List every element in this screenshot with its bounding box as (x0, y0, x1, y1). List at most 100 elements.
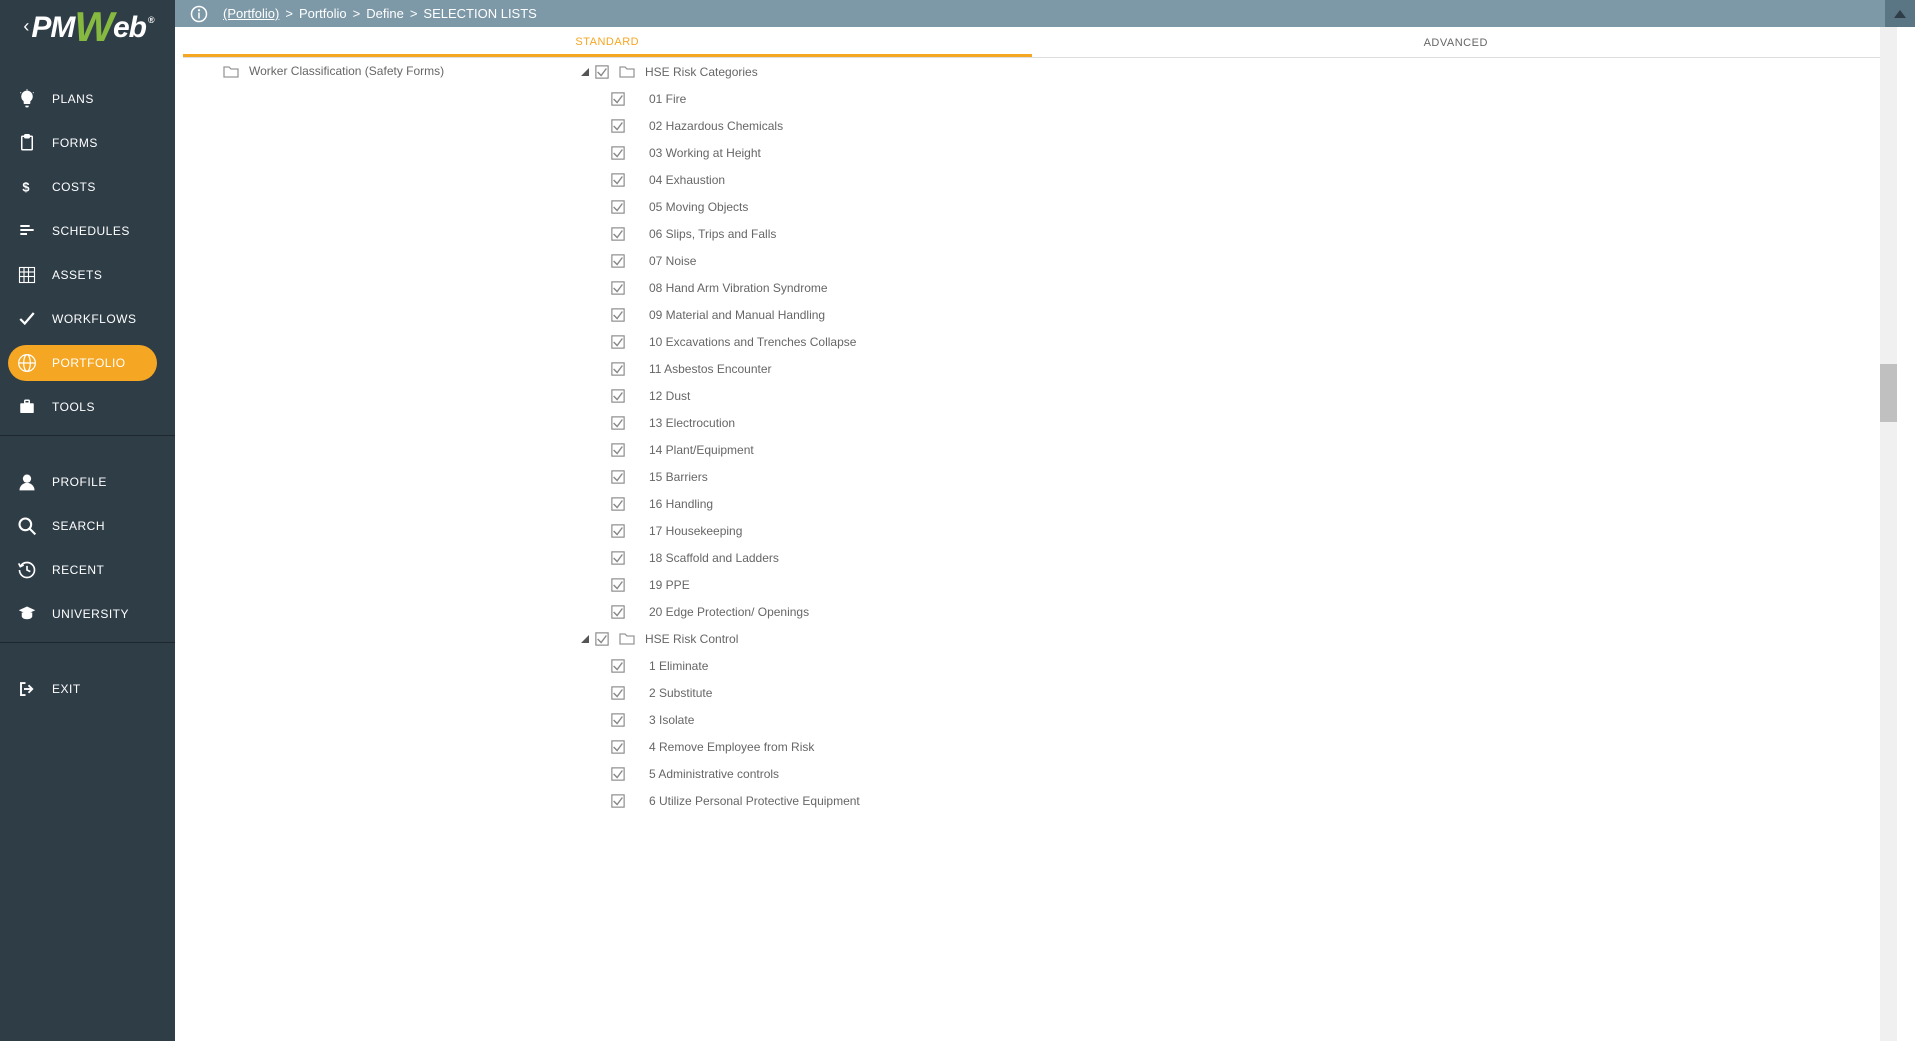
tree-item-label: 05 Moving Objects (649, 200, 748, 214)
checkbox[interactable] (595, 632, 609, 646)
tree-item[interactable]: 17 Housekeeping (581, 517, 860, 544)
tree-item[interactable]: 6 Utilize Personal Protective Equipment (581, 787, 860, 814)
tree-item[interactable]: 18 Scaffold and Ladders (581, 544, 860, 571)
checkbox[interactable] (611, 281, 625, 295)
sidebar-item-label: SCHEDULES (52, 224, 130, 238)
tab-advanced[interactable]: ADVANCED (1032, 29, 1881, 57)
sidebar-item-schedules[interactable]: SCHEDULES (0, 209, 175, 253)
checkbox[interactable] (611, 146, 625, 160)
collapse-icon[interactable] (581, 68, 591, 76)
checkbox[interactable] (611, 497, 625, 511)
tree-category[interactable]: HSE Risk Categories (581, 58, 860, 85)
breadcrumb-root[interactable]: (Portfolio) (223, 6, 279, 21)
tree-item[interactable]: 16 Handling (581, 490, 860, 517)
checkbox[interactable] (611, 659, 625, 673)
checkbox[interactable] (611, 200, 625, 214)
tree-item[interactable]: 2 Substitute (581, 679, 860, 706)
tree-item[interactable]: 5 Administrative controls (581, 760, 860, 787)
sidebar-item-recent[interactable]: RECENT (0, 548, 175, 592)
checkbox[interactable] (611, 605, 625, 619)
sidebar-item-costs[interactable]: $COSTS (0, 165, 175, 209)
tree-item-label: 11 Asbestos Encounter (649, 362, 772, 376)
sidebar-item-plans[interactable]: PLANS (0, 77, 175, 121)
sidebar-item-exit[interactable]: EXIT (0, 667, 175, 711)
tree-item-label: 01 Fire (649, 92, 686, 106)
checkbox[interactable] (611, 416, 625, 430)
tree-category-label: HSE Risk Control (645, 632, 738, 646)
tree-item[interactable]: 4 Remove Employee from Risk (581, 733, 860, 760)
scroll-up-button[interactable] (1885, 0, 1915, 27)
checkbox[interactable] (611, 740, 625, 754)
checkbox[interactable] (611, 173, 625, 187)
breadcrumb-part: SELECTION LISTS (423, 6, 536, 21)
checkbox[interactable] (611, 713, 625, 727)
tree-item-label: 14 Plant/Equipment (649, 443, 754, 457)
sidebar-item-label: SEARCH (52, 519, 105, 533)
briefcase-icon (14, 398, 40, 416)
tree-item[interactable]: 11 Asbestos Encounter (581, 355, 860, 382)
info-icon[interactable] (190, 5, 208, 23)
tree-item[interactable]: 20 Edge Protection/ Openings (581, 598, 860, 625)
sidebar-item-profile[interactable]: PROFILE (0, 460, 175, 504)
sidebar-item-label: PLANS (52, 92, 94, 106)
checkbox[interactable] (611, 119, 625, 133)
tree-item[interactable]: 13 Electrocution (581, 409, 860, 436)
sidebar-item-university[interactable]: UNIVERSITY (0, 592, 175, 636)
checkbox[interactable] (611, 524, 625, 538)
collapse-icon[interactable] (581, 635, 591, 643)
sidebar-item-label: RECENT (52, 563, 104, 577)
tree-item[interactable]: 04 Exhaustion (581, 166, 860, 193)
tree-item[interactable]: 06 Slips, Trips and Falls (581, 220, 860, 247)
checkbox[interactable] (611, 551, 625, 565)
tree-item-label: 07 Noise (649, 254, 696, 268)
tree-item-label: 06 Slips, Trips and Falls (649, 227, 776, 241)
logo[interactable]: ‹ PMWeb® (0, 0, 175, 53)
tree-item[interactable]: 3 Isolate (581, 706, 860, 733)
tree-item-label: 20 Edge Protection/ Openings (649, 605, 809, 619)
tree-item[interactable]: 15 Barriers (581, 463, 860, 490)
tree-item[interactable]: 02 Hazardous Chemicals (581, 112, 860, 139)
checkbox[interactable] (611, 92, 625, 106)
sidebar-item-search[interactable]: SEARCH (0, 504, 175, 548)
checkbox[interactable] (611, 578, 625, 592)
tree-node-worker-classification[interactable]: Worker Classification (Safety Forms) (223, 58, 444, 84)
sidebar-item-portfolio[interactable]: PORTFOLIO (0, 341, 175, 385)
tree-item[interactable]: 12 Dust (581, 382, 860, 409)
tree-item[interactable]: 01 Fire (581, 85, 860, 112)
checkbox[interactable] (595, 65, 609, 79)
checkbox[interactable] (611, 389, 625, 403)
tree-category[interactable]: HSE Risk Control (581, 625, 860, 652)
checkbox[interactable] (611, 767, 625, 781)
tree-item[interactable]: 05 Moving Objects (581, 193, 860, 220)
sidebar-item-assets[interactable]: ASSETS (0, 253, 175, 297)
checkbox[interactable] (611, 470, 625, 484)
sidebar-item-label: FORMS (52, 136, 98, 150)
checkbox[interactable] (611, 794, 625, 808)
checkbox[interactable] (611, 308, 625, 322)
tree-item[interactable]: 09 Material and Manual Handling (581, 301, 860, 328)
tree-item-label: 5 Administrative controls (649, 767, 779, 781)
sidebar-item-workflows[interactable]: WORKFLOWS (0, 297, 175, 341)
tree-item[interactable]: 10 Excavations and Trenches Collapse (581, 328, 860, 355)
bulb-icon (14, 89, 40, 109)
tree-item[interactable]: 19 PPE (581, 571, 860, 598)
scrollbar-thumb[interactable] (1880, 364, 1897, 422)
checkbox[interactable] (611, 686, 625, 700)
tab-standard[interactable]: STANDARD (183, 29, 1032, 57)
left-tree: Worker Classification (Safety Forms) (223, 58, 444, 84)
sidebar-item-label: PROFILE (52, 475, 107, 489)
tree-item[interactable]: 1 Eliminate (581, 652, 860, 679)
sidebar-item-forms[interactable]: FORMS (0, 121, 175, 165)
tree-item[interactable]: 07 Noise (581, 247, 860, 274)
tree-item[interactable]: 08 Hand Arm Vibration Syndrome (581, 274, 860, 301)
back-chevron-icon[interactable]: ‹ (23, 16, 29, 37)
tree-item[interactable]: 03 Working at Height (581, 139, 860, 166)
sidebar-item-tools[interactable]: TOOLS (0, 385, 175, 429)
checkbox[interactable] (611, 254, 625, 268)
checkbox[interactable] (611, 335, 625, 349)
scrollbar-track[interactable] (1880, 27, 1897, 1041)
tree-item[interactable]: 14 Plant/Equipment (581, 436, 860, 463)
checkbox[interactable] (611, 227, 625, 241)
checkbox[interactable] (611, 443, 625, 457)
checkbox[interactable] (611, 362, 625, 376)
